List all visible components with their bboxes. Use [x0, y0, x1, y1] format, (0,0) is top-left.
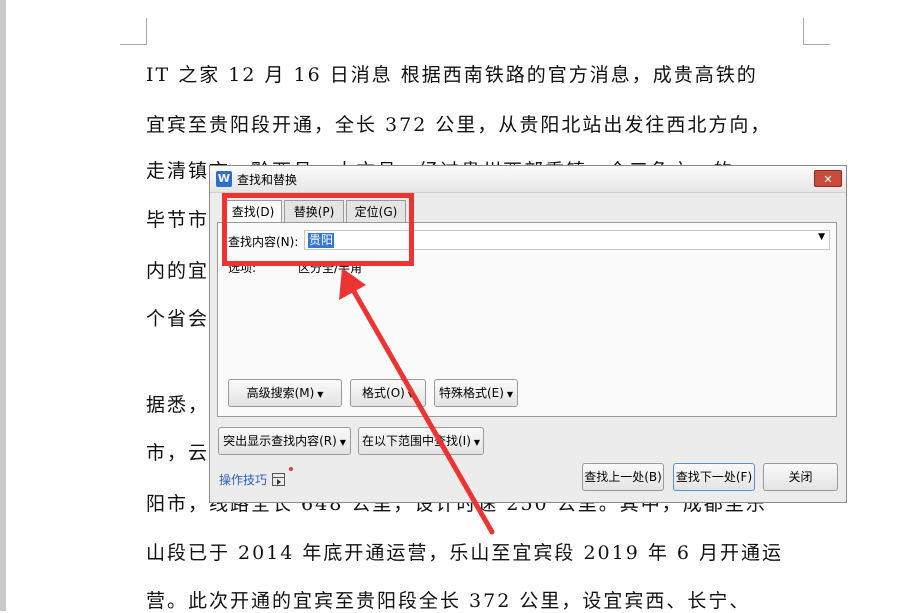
annotation-arrow — [339, 268, 495, 535]
